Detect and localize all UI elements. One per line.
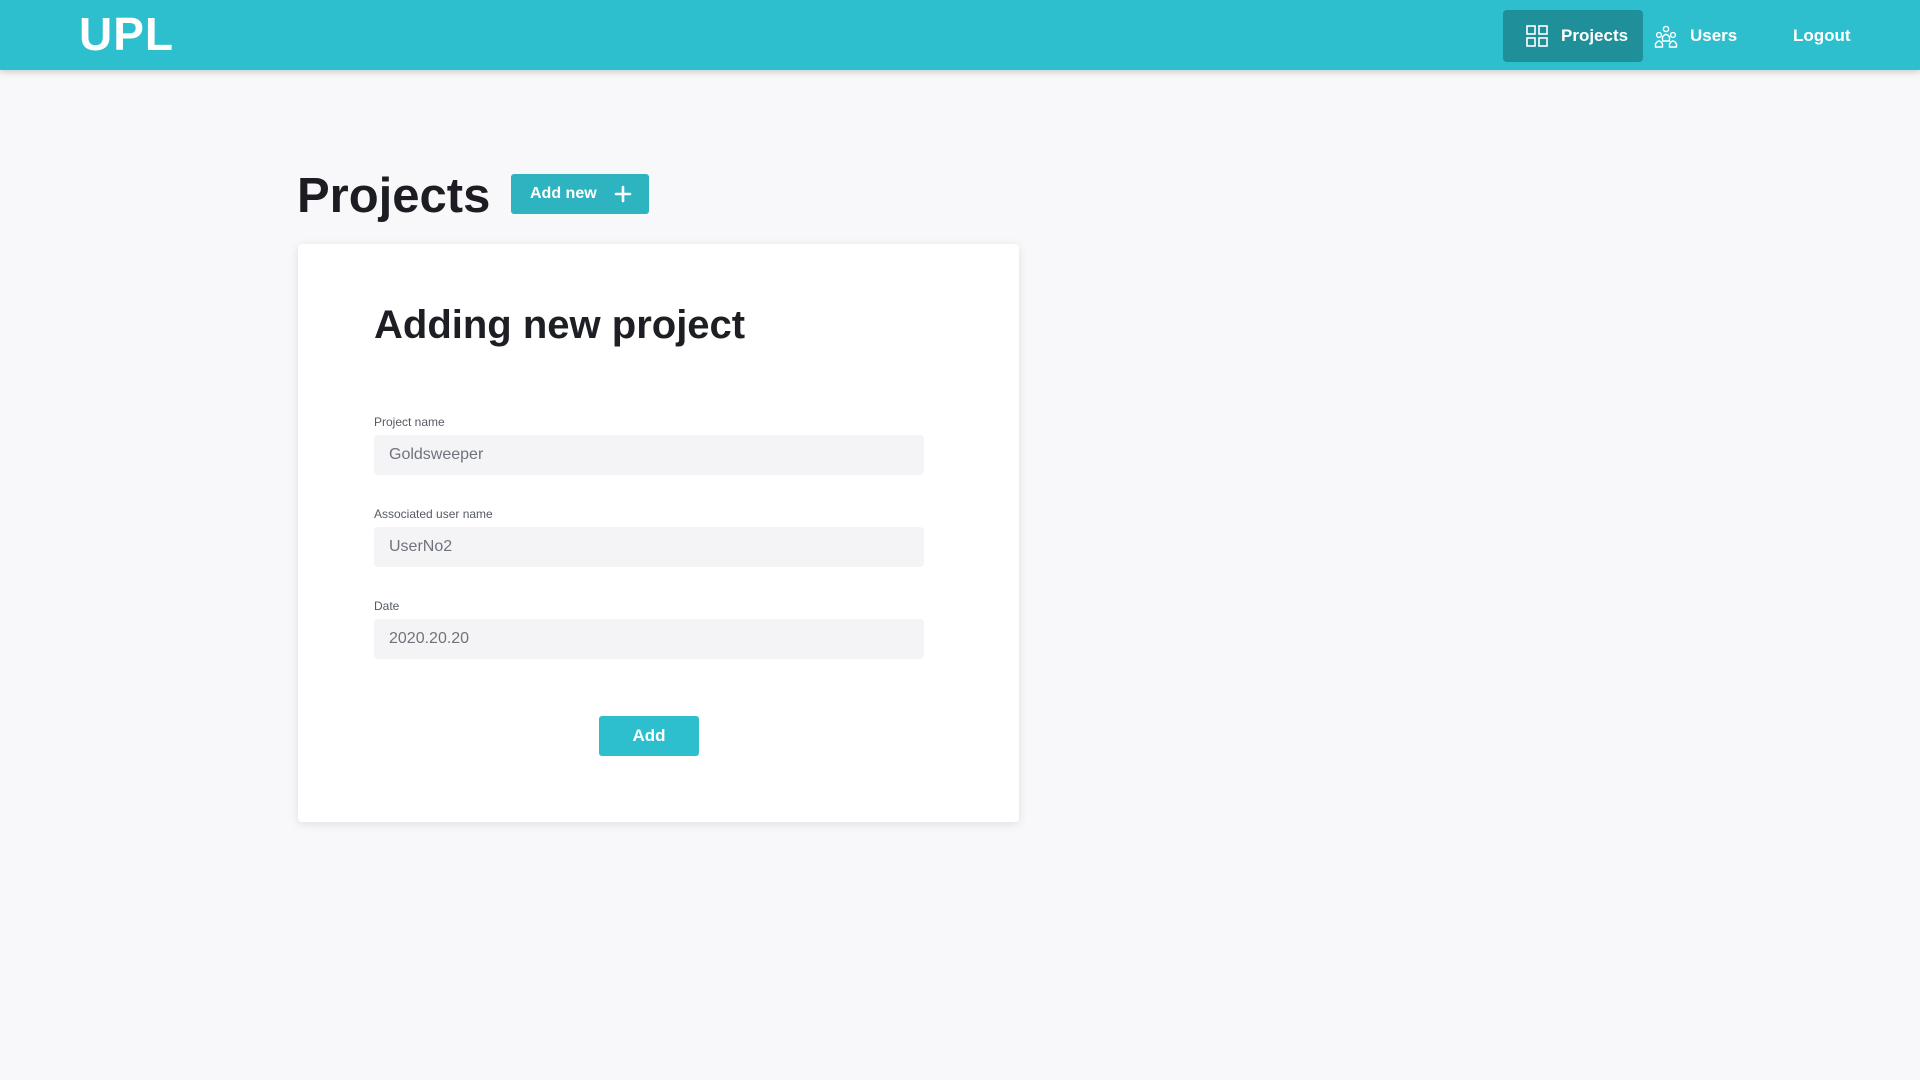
top-navbar: UPL Projects Users Logout	[0, 0, 1920, 70]
nav-item-logout[interactable]: Logout	[1793, 10, 1883, 62]
nav-item-projects[interactable]: Projects	[1503, 10, 1643, 62]
add-new-label: Add new	[530, 185, 597, 202]
project-name-label: Project name	[374, 415, 445, 429]
nav-item-label: Users	[1690, 26, 1738, 45]
users-icon	[1654, 24, 1678, 48]
form-title: Adding new project	[374, 303, 746, 347]
add-button[interactable]: Add	[599, 716, 699, 756]
plus-icon	[614, 185, 632, 203]
nav-item-label: Projects	[1561, 26, 1629, 45]
nav-item-label: Logout	[1793, 26, 1851, 45]
associated-user-name-input[interactable]	[374, 527, 924, 567]
app-logo[interactable]: UPL	[79, 8, 174, 60]
date-label: Date	[374, 599, 400, 613]
nav-item-users[interactable]: Users	[1654, 10, 1764, 62]
add-new-button[interactable]: Add new	[511, 174, 649, 214]
project-name-input[interactable]	[374, 435, 924, 475]
associated-user-name-label: Associated user name	[374, 507, 493, 521]
date-input[interactable]	[374, 619, 924, 659]
page-title: Projects	[297, 169, 491, 223]
add-project-form-card: Adding new project Project name Associat…	[298, 244, 1019, 822]
grid-icon	[1525, 24, 1549, 48]
